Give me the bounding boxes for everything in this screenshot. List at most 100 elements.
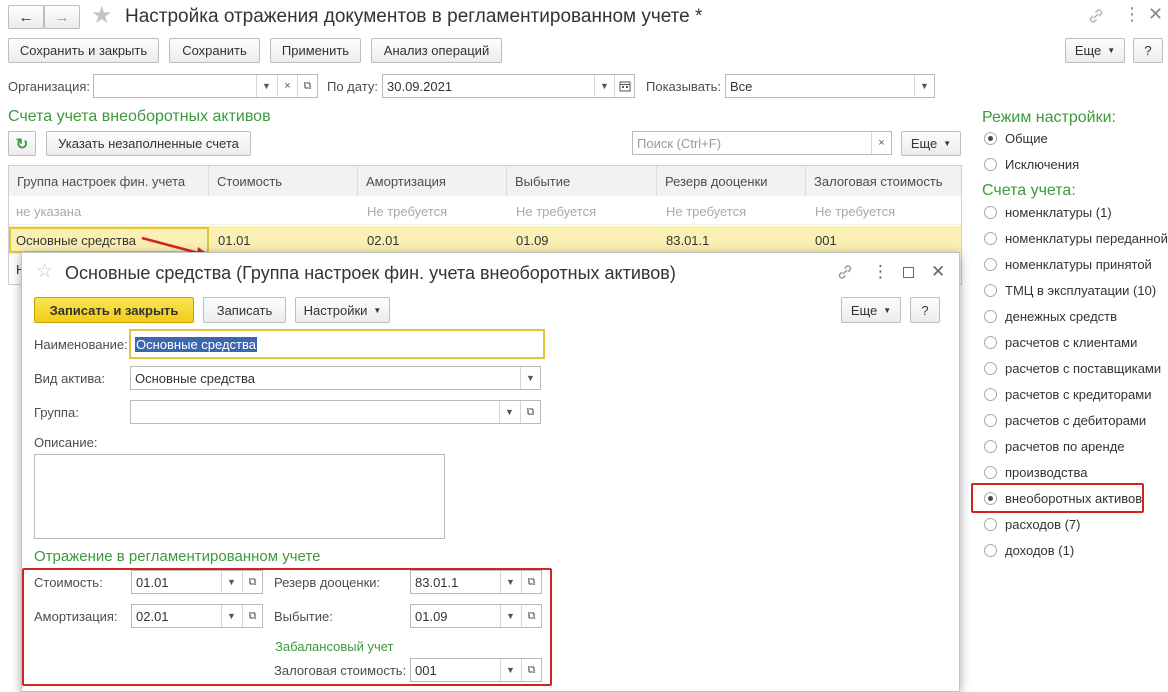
close-icon[interactable]: ✕ <box>1148 4 1163 24</box>
radio-label: расчетов с клиентами <box>1005 335 1138 350</box>
organization-field[interactable]: ▼ × ⧉ <box>93 74 318 98</box>
column-header[interactable]: Выбытие <box>507 166 657 196</box>
column-header[interactable]: Залоговая стоимость <box>806 166 961 196</box>
more-button[interactable]: Еще ▼ <box>1065 38 1125 63</box>
open-icon[interactable]: ⧉ <box>520 401 540 423</box>
radio-account-debtors[interactable] <box>984 414 997 427</box>
radio-account-suppliers[interactable] <box>984 362 997 375</box>
accounts-title: Счета учета: <box>982 182 1076 199</box>
table-cell: 001 <box>815 233 837 248</box>
favorite-star-icon[interactable]: ★ <box>91 4 113 28</box>
group-label: Группа: <box>34 405 79 420</box>
name-input[interactable]: Основные средства <box>129 329 545 359</box>
search-input[interactable]: Поиск (Ctrl+F) × <box>632 131 892 155</box>
settings-button[interactable]: Настройки ▼ <box>295 297 390 323</box>
table-cell: 02.01 <box>367 233 400 248</box>
refresh-icon: ↻ <box>15 135 29 153</box>
radio-label: номенклатуры переданной <box>1005 231 1168 246</box>
dropdown-arrow-icon[interactable]: ▼ <box>914 75 934 97</box>
radio-account-nomenclature-transferred[interactable] <box>984 232 997 245</box>
table-cell: Не требуется <box>367 204 448 219</box>
asset-type-label: Вид актива: <box>34 371 106 386</box>
more-label: Еще <box>1074 43 1102 58</box>
annotation-highlight-accounts <box>22 568 552 686</box>
group-field[interactable]: ▼ ⧉ <box>130 400 541 424</box>
chevron-down-icon: ▼ <box>373 305 382 315</box>
radio-label: расчетов по аренде <box>1005 439 1125 454</box>
show-label: Показывать: <box>646 79 721 94</box>
radio-account-creditors[interactable] <box>984 388 997 401</box>
clear-icon[interactable]: × <box>277 75 297 97</box>
column-header[interactable]: Амортизация <box>358 166 507 196</box>
radio-account-expenses[interactable] <box>984 518 997 531</box>
table-cell: Основные средства <box>16 233 136 248</box>
radio-account-nomenclature[interactable] <box>984 206 997 219</box>
asset-type-select[interactable]: Основные средства ▼ <box>130 366 541 390</box>
radio-account-production[interactable] <box>984 466 997 479</box>
dialog-help-button[interactable]: ? <box>910 297 940 323</box>
fill-empty-accounts-button[interactable]: Указать незаполненные счета <box>46 131 251 156</box>
column-header[interactable]: Стоимость <box>209 166 358 196</box>
apply-button[interactable]: Применить <box>270 38 361 63</box>
save-button[interactable]: Сохранить <box>169 38 260 63</box>
radio-account-income[interactable] <box>984 544 997 557</box>
help-button[interactable]: ? <box>1133 38 1163 63</box>
reflection-section-title: Отражение в регламентированном учете <box>34 548 321 565</box>
clear-search-icon[interactable]: × <box>871 132 891 154</box>
forward-button[interactable]: → <box>44 5 80 29</box>
table-more-label: Еще <box>910 136 938 151</box>
table-cell: 01.09 <box>516 233 549 248</box>
dialog-more-dots-icon[interactable]: ⋮ <box>872 263 889 281</box>
radio-account-clients[interactable] <box>984 336 997 349</box>
save-and-close-button[interactable]: Сохранить и закрыть <box>8 38 159 63</box>
radio-label: Общие <box>1005 131 1048 146</box>
description-textarea[interactable] <box>34 454 445 539</box>
table-cell: 83.01.1 <box>666 233 710 248</box>
table-cell: Не требуется <box>516 204 597 219</box>
radio-label: производства <box>1005 465 1088 480</box>
window-title: Настройка отражения документов в регламе… <box>125 6 703 27</box>
dropdown-arrow-icon[interactable]: ▼ <box>520 367 540 389</box>
search-placeholder: Поиск (Ctrl+F) <box>637 135 722 151</box>
write-button[interactable]: Записать <box>203 297 286 323</box>
radio-account-lease[interactable] <box>984 440 997 453</box>
dialog-link-icon[interactable] <box>837 264 853 280</box>
radio-account-tmc[interactable] <box>984 284 997 297</box>
operations-analysis-button[interactable]: Анализ операций <box>371 38 502 63</box>
name-value: Основные средства <box>135 336 257 352</box>
chevron-down-icon: ▼ <box>943 139 952 148</box>
back-button[interactable]: ← <box>8 5 44 29</box>
dropdown-arrow-icon[interactable]: ▼ <box>256 75 276 97</box>
refresh-button[interactable]: ↻ <box>8 131 36 156</box>
chevron-down-icon: ▼ <box>1107 46 1116 55</box>
dialog-maximize-icon[interactable] <box>903 267 914 278</box>
dialog-star-icon[interactable]: ☆ <box>36 262 53 282</box>
radio-label: номенклатуры (1) <box>1005 205 1112 220</box>
radio-label: доходов (1) <box>1005 543 1075 558</box>
mode-title: Режим настройки: <box>982 109 1116 126</box>
column-header[interactable]: Резерв дооценки <box>657 166 806 196</box>
dialog-more-button[interactable]: Еще ▼ <box>841 297 901 323</box>
radio-label: денежных средств <box>1005 309 1118 324</box>
radio-label: расходов (7) <box>1005 517 1081 532</box>
radio-mode-exceptions[interactable] <box>984 158 997 171</box>
link-icon[interactable] <box>1088 8 1104 24</box>
dropdown-arrow-icon[interactable]: ▼ <box>594 75 614 97</box>
radio-mode-general[interactable] <box>984 132 997 145</box>
table-cell: не указана <box>16 204 82 219</box>
radio-account-nomenclature-accepted[interactable] <box>984 258 997 271</box>
open-icon[interactable]: ⧉ <box>297 75 317 97</box>
asset-type-value: Основные средства <box>135 370 255 386</box>
calendar-icon[interactable] <box>614 75 634 97</box>
radio-label: расчетов с кредиторами <box>1005 387 1152 402</box>
dialog-title: Основные средства (Группа настроек фин. … <box>65 263 676 283</box>
radio-account-cash[interactable] <box>984 310 997 323</box>
more-dots-icon[interactable]: ⋮ <box>1123 5 1141 23</box>
dropdown-arrow-icon[interactable]: ▼ <box>499 401 519 423</box>
column-header[interactable]: Группа настроек фин. учета <box>9 166 209 196</box>
write-and-close-button[interactable]: Записать и закрыть <box>34 297 194 323</box>
date-field[interactable]: 30.09.2021 ▼ <box>382 74 635 98</box>
show-select[interactable]: Все ▼ <box>725 74 935 98</box>
table-more-button[interactable]: Еще ▼ <box>901 131 961 156</box>
dialog-close-icon[interactable]: ✕ <box>931 262 945 282</box>
